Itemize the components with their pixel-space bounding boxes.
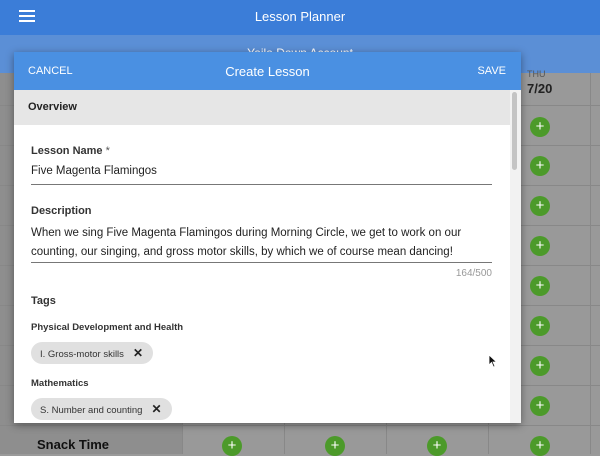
dialog-scrollbar[interactable] [510, 90, 521, 423]
lesson-name-input[interactable]: Five Magenta Flamingos [31, 165, 157, 177]
app-bar: Lesson Planner [0, 0, 600, 35]
add-lesson-button[interactable]: + [427, 436, 447, 456]
app-title: Lesson Planner [254, 9, 346, 24]
add-lesson-button[interactable]: + [530, 196, 550, 216]
dialog-header: CANCEL Create Lesson SAVE [14, 52, 521, 90]
mouse-pointer-icon [488, 354, 498, 368]
tag-chip[interactable]: S. Number and counting ✕ [31, 398, 172, 420]
character-counter: 164/500 [455, 268, 492, 279]
tag-group-title: Physical Development and Health [31, 322, 184, 333]
remove-tag-icon[interactable]: ✕ [133, 346, 143, 360]
add-lesson-button[interactable]: + [530, 156, 550, 176]
add-lesson-button[interactable]: + [530, 276, 550, 296]
description-input[interactable]: When we sing Five Magenta Flamingos duri… [31, 224, 491, 262]
row-label-snack-time: Snack Time [37, 437, 110, 452]
description-underline [31, 262, 492, 263]
lesson-name-underline [31, 184, 492, 185]
create-lesson-dialog: CANCEL Create Lesson SAVE Overview Lesso… [14, 52, 521, 423]
day-abbrev: THU [527, 69, 546, 79]
add-lesson-button[interactable]: + [530, 436, 550, 456]
required-mark: * [105, 145, 110, 157]
scrollbar-thumb[interactable] [512, 92, 517, 170]
add-lesson-button[interactable]: + [530, 396, 550, 416]
tag-chip-label: I. Gross-motor skills [40, 349, 124, 360]
add-lesson-button[interactable]: + [530, 236, 550, 256]
add-lesson-button[interactable]: + [530, 316, 550, 336]
remove-tag-icon[interactable]: ✕ [151, 402, 161, 416]
add-lesson-button[interactable]: + [325, 436, 345, 456]
add-lesson-button[interactable]: + [530, 356, 550, 376]
dialog-title: Create Lesson [225, 64, 310, 79]
description-label: Description [31, 205, 92, 217]
section-header: Overview [14, 90, 510, 125]
tags-label: Tags [31, 295, 56, 307]
day-date: 7/20 [527, 81, 553, 96]
add-lesson-button[interactable]: + [530, 117, 550, 137]
lesson-name-label: Lesson Name * [31, 145, 110, 157]
tag-chip-label: S. Number and counting [40, 405, 143, 416]
section-title: Overview [28, 101, 77, 113]
save-button[interactable]: SAVE [477, 65, 506, 77]
add-lesson-button[interactable]: + [222, 436, 242, 456]
tag-group-title: Mathematics [31, 378, 89, 389]
tag-chip[interactable]: I. Gross-motor skills ✕ [31, 342, 153, 364]
cancel-button[interactable]: CANCEL [28, 65, 73, 77]
dialog-body: Overview Lesson Name * Five Magenta Flam… [14, 90, 521, 423]
